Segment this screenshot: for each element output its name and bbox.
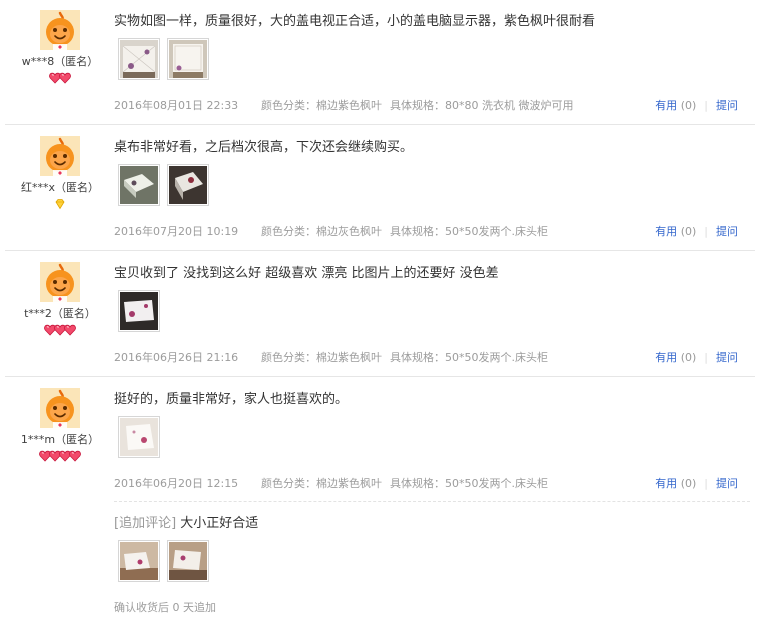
divider: | — [704, 477, 708, 490]
useful-label: 有用 — [655, 477, 678, 490]
append-photos — [118, 540, 216, 582]
sku-spec: 具体规格：50*50发两个.床头柜 — [390, 477, 548, 490]
useful-button[interactable]: 有用 (0) — [655, 99, 696, 112]
review-photo-thumb[interactable] — [118, 416, 160, 458]
review-photo-thumb[interactable] — [118, 164, 160, 206]
sku-spec: 具体规格：50*50发两个.床头柜 — [390, 225, 548, 238]
review-photos — [118, 290, 167, 332]
review-photo-thumb[interactable] — [118, 540, 160, 582]
review-photo-thumb[interactable] — [167, 38, 209, 80]
reviewer-info: w***8（匿名） — [5, 10, 115, 84]
review-actions: 有用 (0) | 提问 — [655, 97, 738, 113]
review-photo-thumb[interactable] — [167, 164, 209, 206]
photo-tablecloth-on-monitor — [169, 40, 207, 78]
photo-tablecloth-on-tv — [120, 40, 158, 78]
useful-label: 有用 — [655, 99, 678, 112]
review-actions: 有用 (0) | 提问 — [655, 223, 738, 239]
review-text: 实物如图一样，质量很好，大的盖电视正合适，小的盖电脑显示器，紫色枫叶很耐看 — [114, 14, 596, 29]
reviewer-level-hearts-icon — [5, 450, 115, 462]
sku-info: 颜色分类：棉边紫色枫叶 具体规格：50*50发两个.床头柜 — [261, 475, 556, 491]
photo-append-table — [169, 542, 207, 580]
review-text: 桌布非常好看，之后档次很高，下次还会继续购买。 — [114, 140, 414, 155]
yellow-diamond-icon — [54, 198, 66, 210]
review-date: 2016年07月20日 10:19 — [114, 225, 239, 238]
review-meta: 2016年07月20日 10:19 颜色分类：棉边灰色枫叶 具体规格：50*50发… — [114, 223, 750, 239]
append-review: [追加评论] 大小正好合适 — [114, 512, 258, 531]
append-text: 大小正好合适 — [180, 516, 259, 531]
ask-button[interactable]: 提问 — [716, 477, 738, 490]
reviewer-name: 1***m（匿名） — [20, 433, 100, 446]
avatar[interactable] — [40, 10, 80, 50]
sku-info: 颜色分类：棉边灰色枫叶 具体规格：50*50发两个.床头柜 — [261, 223, 556, 239]
reviewer-level-hearts-icon — [5, 72, 115, 84]
reviewer-info: t***2（匿名） — [5, 262, 115, 336]
append-divider — [114, 501, 750, 502]
useful-count: (0) — [680, 477, 697, 490]
review-item: 红***x（匿名） 桌布非常好看，之后档次很高，下次还会继续购买。 2016年0… — [5, 126, 755, 251]
useful-button[interactable]: 有用 (0) — [655, 477, 696, 490]
useful-count: (0) — [680, 225, 697, 238]
useful-count: (0) — [680, 351, 697, 364]
append-days-note: 确认收货后 0 天追加 — [114, 601, 216, 614]
reviewer-name: w***8（匿名） — [21, 55, 99, 68]
photo-tablecloth-nightstand-2 — [169, 166, 207, 204]
reviewer-name: 红***x（匿名） — [20, 181, 99, 194]
ask-button[interactable]: 提问 — [716, 225, 738, 238]
sku-color: 颜色分类：棉边紫色枫叶 — [261, 477, 382, 490]
useful-button[interactable]: 有用 (0) — [655, 225, 696, 238]
review-photo-thumb[interactable] — [167, 540, 209, 582]
review-photos — [118, 416, 167, 458]
review-meta: 2016年08月01日 22:33 颜色分类：棉边紫色枫叶 具体规格：80*80 … — [114, 97, 750, 113]
review-date: 2016年06月26日 21:16 — [114, 351, 239, 364]
avatar[interactable] — [40, 262, 80, 302]
reviewer-name: t***2（匿名） — [24, 307, 96, 320]
review-actions: 有用 (0) | 提问 — [655, 475, 738, 491]
photo-tablecloth-white — [120, 418, 158, 456]
photo-tablecloth-nightstand — [120, 166, 158, 204]
review-photos — [118, 38, 216, 80]
review-date: 2016年08月01日 22:33 — [114, 99, 239, 112]
review-photos — [118, 164, 216, 206]
sku-color: 颜色分类：棉边紫色枫叶 — [261, 99, 382, 112]
review-text: 宝贝收到了 没找到这么好 超级喜欢 漂亮 比图片上的还要好 没色差 — [114, 266, 499, 281]
red-heart-icon — [64, 324, 76, 336]
useful-button[interactable]: 有用 (0) — [655, 351, 696, 364]
review-item: t***2（匿名） 宝贝收到了 没找到这么好 超级喜欢 漂亮 比图片上的还要好 … — [5, 252, 755, 377]
useful-count: (0) — [680, 99, 697, 112]
red-heart-icon — [69, 450, 81, 462]
useful-label: 有用 — [655, 225, 678, 238]
divider: | — [704, 99, 708, 112]
review-meta: 2016年06月26日 21:16 颜色分类：棉边紫色枫叶 具体规格：50*50发… — [114, 349, 750, 365]
sku-spec: 具体规格：80*80 洗衣机 微波炉可用 — [390, 99, 574, 112]
red-heart-icon — [59, 72, 71, 84]
ask-button[interactable]: 提问 — [716, 99, 738, 112]
sku-color: 颜色分类：棉边灰色枫叶 — [261, 225, 382, 238]
divider: | — [704, 351, 708, 364]
sku-info: 颜色分类：棉边紫色枫叶 具体规格：50*50发两个.床头柜 — [261, 349, 556, 365]
review-list: w***8（匿名） 实物如图一样，质量很好，大的盖电视正合适，小的盖电脑显示器，… — [0, 0, 775, 626]
photo-tablecloth-table — [120, 292, 158, 330]
review-photo-thumb[interactable] — [118, 38, 160, 80]
append-tag: [追加评论] — [114, 516, 177, 531]
ask-button[interactable]: 提问 — [716, 351, 738, 364]
avatar[interactable] — [40, 388, 80, 428]
useful-label: 有用 — [655, 351, 678, 364]
reviewer-info: 红***x（匿名） — [5, 136, 115, 210]
review-photo-thumb[interactable] — [118, 290, 160, 332]
sku-info: 颜色分类：棉边紫色枫叶 具体规格：80*80 洗衣机 微波炉可用 — [261, 97, 582, 113]
review-date: 2016年06月20日 12:15 — [114, 477, 239, 490]
review-item: 1***m（匿名） 挺好的，质量非常好，家人也挺喜欢的。 2016年06月20日… — [5, 378, 755, 626]
photo-append-room — [120, 542, 158, 580]
review-item: w***8（匿名） 实物如图一样，质量很好，大的盖电视正合适，小的盖电脑显示器，… — [5, 0, 755, 125]
review-actions: 有用 (0) | 提问 — [655, 349, 738, 365]
sku-spec: 具体规格：50*50发两个.床头柜 — [390, 351, 548, 364]
reviewer-level-diamond-icon — [5, 198, 115, 210]
reviewer-info: 1***m（匿名） — [5, 388, 115, 462]
divider: | — [704, 225, 708, 238]
sku-color: 颜色分类：棉边紫色枫叶 — [261, 351, 382, 364]
review-text: 挺好的，质量非常好，家人也挺喜欢的。 — [114, 392, 349, 407]
reviewer-level-hearts-icon — [5, 324, 115, 336]
review-meta: 2016年06月20日 12:15 颜色分类：棉边紫色枫叶 具体规格：50*50发… — [114, 475, 750, 491]
avatar[interactable] — [40, 136, 80, 176]
